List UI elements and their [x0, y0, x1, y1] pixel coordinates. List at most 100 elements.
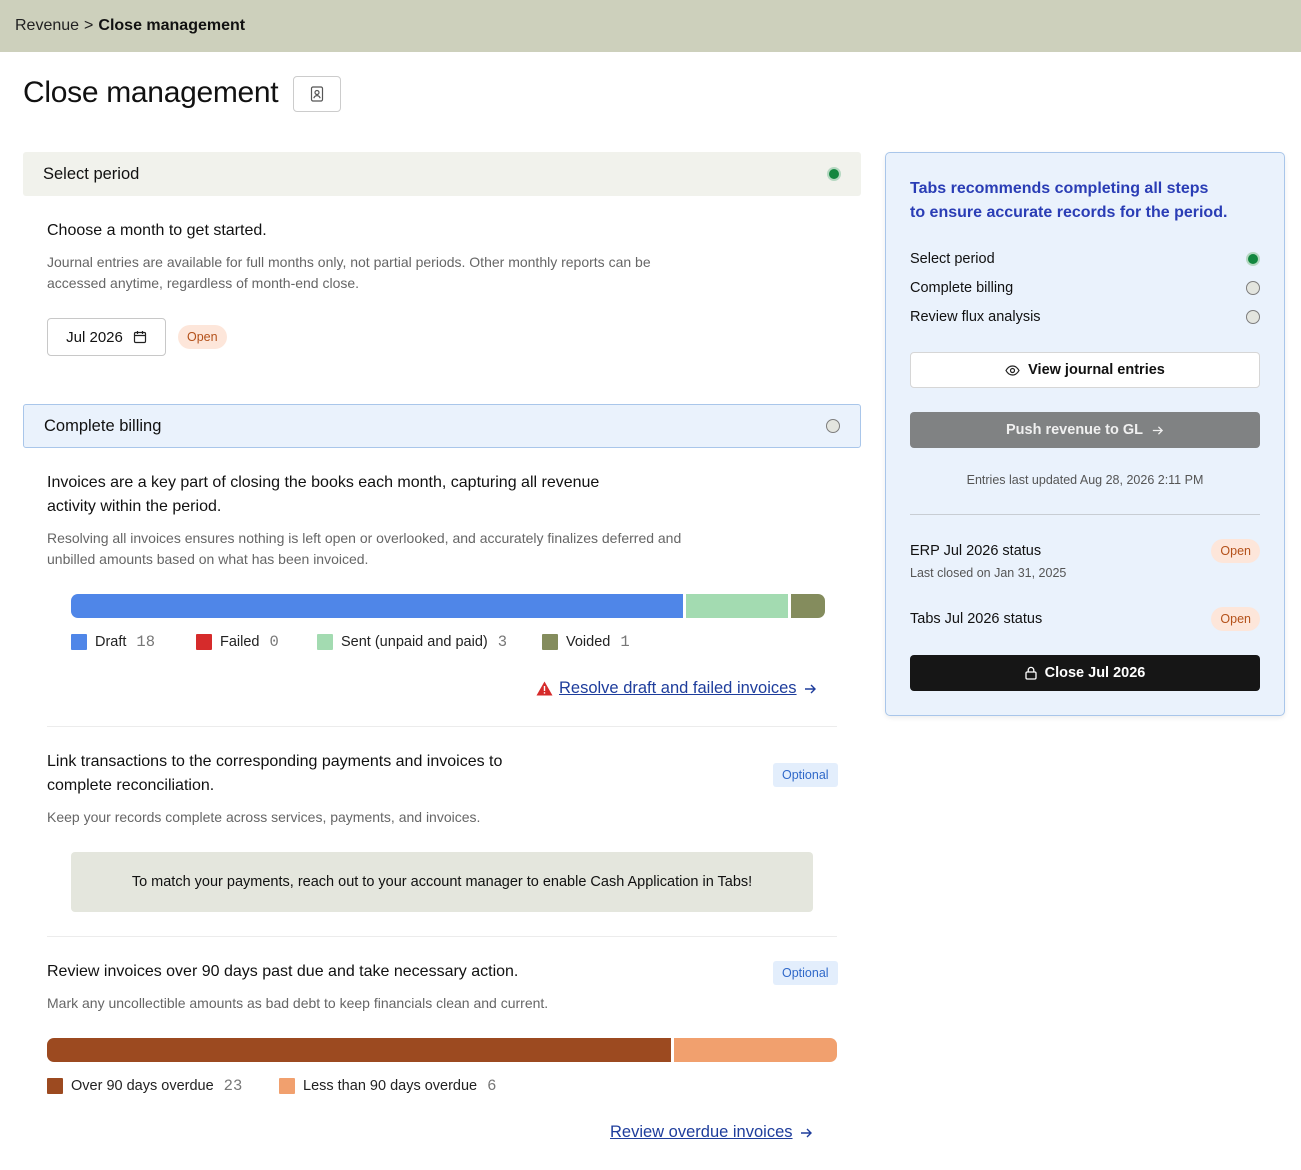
- panel-title-line: to ensure accurate records for the perio…: [910, 204, 1228, 221]
- legend-draft: Draft 18: [71, 633, 155, 651]
- bar-segment-draft: [71, 594, 683, 618]
- period-heading: Choose a month to get started.: [47, 222, 267, 239]
- legend-swatch: [196, 634, 212, 650]
- legend-label: Less than 90 days overdue: [303, 1078, 478, 1094]
- reconciliation-heading-line: Link transactions to the corresponding p…: [47, 753, 503, 770]
- reconciliation-heading-line: complete reconciliation.: [47, 777, 215, 794]
- contact-book-icon: [310, 86, 324, 102]
- legend-label: Voided: [566, 634, 611, 650]
- reconciliation-description: Keep your records complete across servic…: [47, 809, 481, 825]
- panel-title: Tabs recommends completing all steps to …: [910, 177, 1250, 225]
- legend-failed: Failed 0: [196, 633, 279, 651]
- tabs-status-label: Tabs Jul 2026 status: [910, 611, 1043, 627]
- bar-segment-sent-unpaid-and-paid: [686, 594, 788, 618]
- overdue-status-bar: [47, 1038, 837, 1062]
- legend-swatch: [47, 1078, 63, 1094]
- invoice-status-bar: [71, 594, 825, 618]
- legend-label: Over 90 days overdue: [71, 1078, 214, 1094]
- section-header-select-period[interactable]: Select period: [23, 152, 861, 196]
- erp-status-row: ERP Jul 2026 status Open: [910, 539, 1260, 563]
- checklist-step-label: Review flux analysis: [910, 309, 1041, 325]
- cash-application-notice: To match your payments, reach out to you…: [71, 852, 813, 912]
- erp-status-label: ERP Jul 2026 status: [910, 543, 1042, 559]
- legend-count: 3: [497, 633, 508, 651]
- legend-count: 6: [487, 1077, 497, 1095]
- legend-under-90: Less than 90 days overdue 6: [279, 1077, 496, 1095]
- bar-segment-less-than-90-days-overdue: [674, 1038, 837, 1062]
- eye-icon: [1005, 364, 1020, 376]
- checklist-step-complete-billing: Complete billing: [910, 280, 1260, 296]
- close-checklist-panel: Tabs recommends completing all steps to …: [885, 152, 1285, 716]
- close-period-label: Close Jul 2026: [1044, 665, 1146, 681]
- legend-swatch: [71, 634, 87, 650]
- legend-count: 23: [223, 1077, 243, 1095]
- lock-icon: [1024, 666, 1037, 680]
- reconciliation-heading: Link transactions to the corresponding p…: [47, 750, 607, 798]
- close-period-button[interactable]: Close Jul 2026: [910, 655, 1260, 691]
- checklist-step-select-period: Select period: [910, 251, 1260, 267]
- section-title: Complete billing: [44, 416, 162, 435]
- period-status-badge: Open: [178, 325, 227, 349]
- bar-segment-over-90-days-overdue: [47, 1038, 672, 1062]
- step-incomplete-icon: [826, 419, 840, 433]
- optional-badge: Optional: [773, 961, 838, 985]
- section-header-complete-billing[interactable]: Complete billing: [23, 404, 861, 448]
- optional-badge: Optional: [773, 763, 838, 787]
- panel-title-line: Tabs recommends completing all steps: [910, 180, 1209, 197]
- invoices-heading-line: activity within the period.: [47, 498, 222, 515]
- checklist-step-flux-analysis: Review flux analysis: [910, 309, 1260, 325]
- legend-swatch: [279, 1078, 295, 1094]
- checklist-step-label: Complete billing: [910, 280, 1014, 296]
- resolve-invoices-link[interactable]: Resolve draft and failed invoices: [536, 679, 817, 698]
- legend-count: 0: [269, 633, 279, 651]
- overdue-description: Mark any uncollectible amounts as bad de…: [47, 995, 549, 1011]
- legend-swatch: [317, 634, 333, 650]
- invoices-description-line: unbilled amounts based on what has been …: [47, 551, 369, 567]
- invoices-heading: Invoices are a key part of closing the b…: [47, 471, 687, 519]
- divider: [47, 936, 837, 937]
- review-overdue-label: Review overdue invoices: [610, 1123, 793, 1141]
- month-picker[interactable]: Jul 2026: [47, 318, 166, 356]
- section-title: Select period: [43, 164, 140, 183]
- page-title: Close management: [23, 76, 279, 109]
- step-complete-icon: [827, 167, 841, 181]
- calendar-icon: [133, 331, 146, 344]
- divider: [47, 726, 837, 727]
- invoices-heading-line: Invoices are a key part of closing the b…: [47, 474, 600, 491]
- legend-label: Sent (unpaid and paid): [341, 634, 488, 650]
- legend-sent: Sent (unpaid and paid) 3: [317, 633, 507, 651]
- invoices-description: Resolving all invoices ensures nothing i…: [47, 528, 681, 570]
- bar-segment-voided: [791, 594, 825, 618]
- push-revenue-button[interactable]: Push revenue to GL: [910, 412, 1260, 448]
- arrow-right-icon: [804, 684, 816, 693]
- month-value: Jul 2026: [66, 328, 123, 346]
- title-icon-button[interactable]: [293, 76, 341, 112]
- breadcrumb-separator: >: [84, 17, 94, 34]
- breadcrumb-revenue[interactable]: Revenue: [15, 17, 79, 35]
- legend-label: Failed: [220, 634, 260, 650]
- legend-voided: Voided 1: [542, 633, 630, 651]
- arrow-right-icon: [800, 1128, 812, 1137]
- legend-count: 1: [620, 633, 630, 651]
- overdue-heading: Review invoices over 90 days past due an…: [47, 963, 519, 980]
- erp-last-closed: Last closed on Jan 31, 2025: [910, 566, 1067, 580]
- tabs-status-row: Tabs Jul 2026 status Open: [910, 607, 1260, 631]
- breadcrumb: Revenue > Close management: [0, 0, 1301, 52]
- view-journal-entries-button[interactable]: View journal entries: [910, 352, 1260, 388]
- panel-divider: [910, 514, 1260, 515]
- arrow-right-icon: [1152, 425, 1164, 435]
- breadcrumb-current: Close management: [98, 17, 246, 34]
- legend-count: 18: [136, 633, 156, 651]
- view-journal-entries-label: View journal entries: [1028, 362, 1165, 378]
- resolve-invoices-label: Resolve draft and failed invoices: [559, 679, 797, 697]
- step-incomplete-icon: [1246, 310, 1260, 324]
- entries-last-updated: Entries last updated Aug 28, 2026 2:11 P…: [966, 473, 1204, 487]
- legend-over-90: Over 90 days overdue 23: [47, 1077, 242, 1095]
- period-description: Journal entries are available for full m…: [47, 252, 651, 294]
- tabs-status-badge: Open: [1211, 607, 1260, 631]
- legend-label: Draft: [95, 634, 127, 650]
- checklist-step-label: Select period: [910, 251, 995, 267]
- period-description-line: Journal entries are available for full m…: [47, 254, 651, 270]
- review-overdue-link[interactable]: Review overdue invoices: [610, 1123, 813, 1142]
- step-incomplete-icon: [1246, 281, 1260, 295]
